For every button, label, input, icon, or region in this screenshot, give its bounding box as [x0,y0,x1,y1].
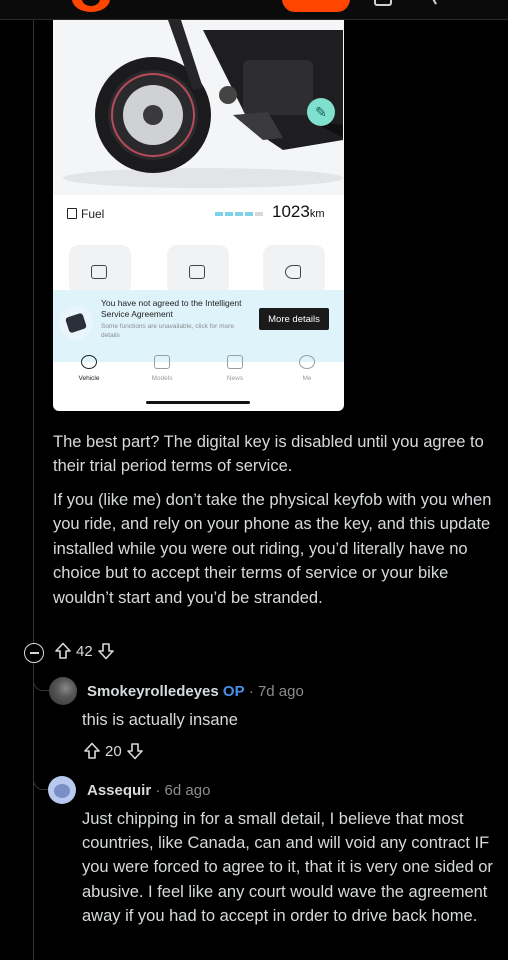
fuel-label: Fuel [81,207,105,221]
lights-button[interactable] [263,245,325,295]
downvote-icon[interactable] [97,642,115,660]
reply-body: this is actually insane [82,711,238,729]
thread-line [33,20,34,643]
comment-vote-bar: 42 [54,642,115,660]
comment-paragraph: The best part? The digital key is disabl… [53,433,484,476]
more-details-button[interactable]: More details [259,308,329,330]
fuel-gauge [215,212,263,216]
home-indicator [146,401,250,404]
tab-vehicle[interactable]: Vehicle [59,355,119,382]
upvote-icon[interactable] [83,742,101,760]
username[interactable]: Smokeyrolledeyes [87,683,219,700]
thread-line [33,663,34,960]
range-readout: 1023km [272,202,325,221]
lock-icon [91,265,107,279]
reply-body: Just chipping in for a small detail, I b… [82,810,493,925]
agreement-notice[interactable]: You have not agreed to the Intelligent S… [53,290,344,362]
fuel-pump-icon [67,208,77,219]
edit-icon[interactable]: ✎ [307,98,335,126]
timestamp: · 6d ago [151,782,211,799]
fuel-row: Fuel 1023km [67,202,332,225]
comment-paragraph: If you (like me) don’t take the physical… [53,491,492,607]
reply-vote-bar: 20 [83,742,144,760]
reply-connector [33,663,49,691]
app-tab-bar: Vehicle Models News Me [53,355,344,395]
reply-author-line: Smokeyrolledeyes OP · 7d ago [87,683,304,700]
vote-count: 20 [105,742,122,760]
headlight-icon [285,265,301,279]
news-icon [227,355,243,369]
reply-connector [33,760,48,790]
username[interactable]: Assequir [87,782,151,799]
search-icon[interactable] [427,0,437,8]
notice-subtitle: Some functions are unavailable, click fo… [101,323,234,339]
app-screenshot: ✎ Fuel 1023km You have not agreed to the… [53,20,344,411]
op-badge: OP [222,683,245,700]
tab-me[interactable]: Me [277,355,337,382]
timestamp: · 7d ago [244,683,304,700]
downvote-icon[interactable] [126,742,144,760]
collapse-thread-button[interactable] [24,643,44,663]
inbox-icon[interactable] [374,0,392,6]
models-icon [154,355,170,369]
top-app-bar [0,0,508,20]
upvote-icon[interactable] [54,642,72,660]
trunk-button[interactable] [167,245,229,295]
open-app-button[interactable] [282,0,350,12]
agreement-icon [59,306,93,340]
tab-models[interactable]: Models [132,355,192,382]
motorcycle-image [53,20,344,195]
reply-author-line: Assequir · 6d ago [87,782,210,799]
vote-count: 42 [76,642,93,660]
motorcycle-icon [81,355,97,369]
lock-button[interactable] [69,245,131,295]
avatar[interactable] [49,677,77,705]
avatar[interactable] [48,776,76,804]
tab-news[interactable]: News [205,355,265,382]
storage-icon [189,265,205,279]
notice-title: You have not agreed to the Intelligent S… [101,298,242,319]
profile-icon [299,355,315,369]
reddit-logo-icon[interactable] [72,0,110,12]
